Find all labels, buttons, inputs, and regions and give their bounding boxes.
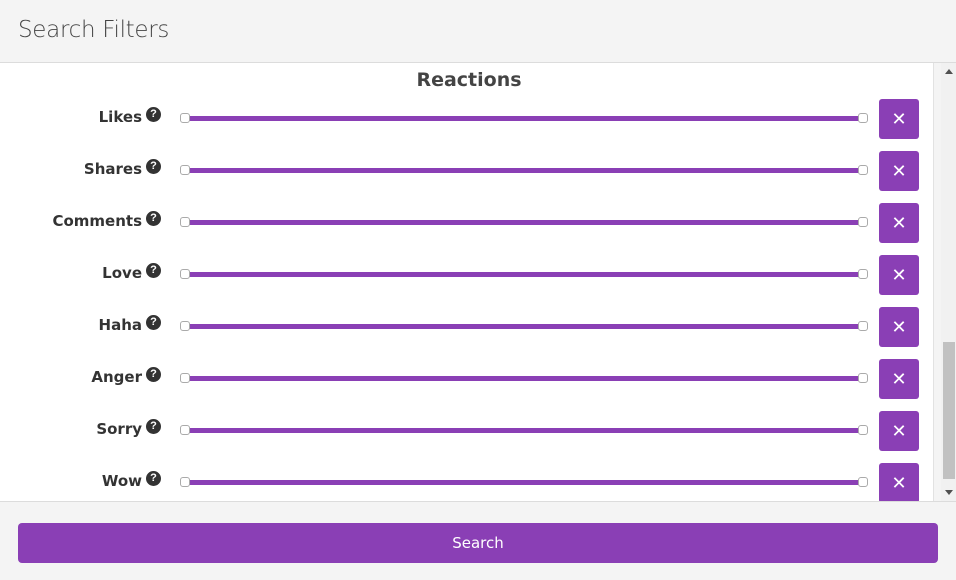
divider <box>933 63 934 501</box>
range-slider-max-handle[interactable] <box>858 217 868 227</box>
range-slider-max-handle[interactable] <box>858 425 868 435</box>
range-slider-min-handle[interactable] <box>180 217 190 227</box>
filter-row-anger: Anger? ✕ <box>0 359 934 401</box>
close-icon: ✕ <box>891 317 907 337</box>
clear-filter-button[interactable]: ✕ <box>879 307 919 347</box>
filter-label: Likes <box>98 108 142 126</box>
help-question-icon[interactable]: ? <box>146 263 161 278</box>
panel-title: Search Filters <box>18 17 170 43</box>
close-icon: ✕ <box>891 421 907 441</box>
filter-label: Shares <box>83 160 142 178</box>
range-slider-max-handle[interactable] <box>858 321 868 331</box>
help-question-icon[interactable]: ? <box>146 159 161 174</box>
range-slider-min-handle[interactable] <box>180 165 190 175</box>
close-icon: ✕ <box>891 473 907 493</box>
range-slider-track[interactable] <box>186 168 864 173</box>
close-icon: ✕ <box>891 369 907 389</box>
help-question-icon[interactable]: ? <box>146 419 161 434</box>
close-icon: ✕ <box>891 213 907 233</box>
help-question-icon[interactable]: ? <box>146 315 161 330</box>
scrollbar-thumb[interactable] <box>943 342 955 479</box>
filter-row-haha: Haha? ✕ <box>0 307 934 349</box>
filter-row-wow: Wow? ✕ <box>0 463 934 501</box>
help-question-icon[interactable]: ? <box>146 367 161 382</box>
clear-filter-button[interactable]: ✕ <box>879 359 919 399</box>
help-question-icon[interactable]: ? <box>146 211 161 226</box>
search-button[interactable]: Search <box>18 523 938 563</box>
range-slider-track[interactable] <box>186 272 864 277</box>
filter-label: Comments <box>52 212 142 230</box>
filter-label: Anger <box>91 368 142 386</box>
range-slider-max-handle[interactable] <box>858 477 868 487</box>
range-slider-track[interactable] <box>186 220 864 225</box>
range-slider-track[interactable] <box>186 116 864 121</box>
range-slider-min-handle[interactable] <box>180 113 190 123</box>
filters-scroll-area: Reactions Likes? ✕ Shares? ✕ Comments? ✕ Love?… <box>0 63 934 501</box>
scroll-up-arrow-icon[interactable] <box>945 69 953 74</box>
range-slider-min-handle[interactable] <box>180 477 190 487</box>
vertical-scrollbar[interactable] <box>941 63 956 501</box>
range-slider-min-handle[interactable] <box>180 321 190 331</box>
range-slider-max-handle[interactable] <box>858 113 868 123</box>
range-slider-track[interactable] <box>186 324 864 329</box>
divider <box>0 501 956 502</box>
filter-label: Love <box>102 264 142 282</box>
range-slider-min-handle[interactable] <box>180 373 190 383</box>
clear-filter-button[interactable]: ✕ <box>879 151 919 191</box>
filter-row-love: Love? ✕ <box>0 255 934 297</box>
range-slider-track[interactable] <box>186 480 864 485</box>
scroll-down-arrow-icon[interactable] <box>945 490 953 495</box>
filter-row-shares: Shares? ✕ <box>0 151 934 193</box>
help-question-icon[interactable]: ? <box>146 107 161 122</box>
filter-label: Sorry <box>96 420 142 438</box>
clear-filter-button[interactable]: ✕ <box>879 255 919 295</box>
filter-row-likes: Likes? ✕ <box>0 99 934 141</box>
filter-label: Wow <box>101 472 142 490</box>
range-slider-track[interactable] <box>186 376 864 381</box>
section-title: Reactions <box>416 69 522 91</box>
close-icon: ✕ <box>891 109 907 129</box>
range-slider-min-handle[interactable] <box>180 425 190 435</box>
clear-filter-button[interactable]: ✕ <box>879 99 919 139</box>
range-slider-max-handle[interactable] <box>858 373 868 383</box>
range-slider-track[interactable] <box>186 428 864 433</box>
range-slider-max-handle[interactable] <box>858 269 868 279</box>
clear-filter-button[interactable]: ✕ <box>879 411 919 451</box>
close-icon: ✕ <box>891 161 907 181</box>
close-icon: ✕ <box>891 265 907 285</box>
help-question-icon[interactable]: ? <box>146 471 161 486</box>
range-slider-min-handle[interactable] <box>180 269 190 279</box>
filter-label: Haha <box>98 316 142 334</box>
range-slider-max-handle[interactable] <box>858 165 868 175</box>
clear-filter-button[interactable]: ✕ <box>879 203 919 243</box>
panel-header: Search Filters <box>0 0 956 63</box>
filter-row-sorry: Sorry? ✕ <box>0 411 934 453</box>
filter-row-comments: Comments? ✕ <box>0 203 934 245</box>
clear-filter-button[interactable]: ✕ <box>879 463 919 501</box>
